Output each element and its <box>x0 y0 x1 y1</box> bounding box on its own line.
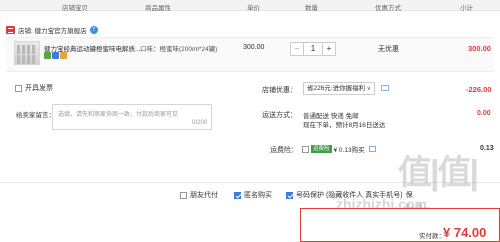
col-store-item: 店铺宝贝 <box>62 5 88 12</box>
friend-pay-checkbox[interactable] <box>180 191 187 199</box>
message-counter: 0/200 <box>191 120 207 126</box>
item-promo: 无优惠 <box>378 46 399 53</box>
quantity-input[interactable]: 1 <box>304 43 322 55</box>
delivery-estimate: 现在下单，预计8月16日送达 <box>303 122 386 129</box>
insurance-label: 运费险： <box>270 147 298 154</box>
friend-pay-option[interactable]: 朋友代付 <box>180 190 218 200</box>
store-name[interactable]: 店铺: 健力宝官方旗舰店 <box>18 25 87 35</box>
message-label: 给卖家留言： <box>16 112 55 119</box>
service-tag-icon <box>44 52 51 59</box>
product-attribute: 口味：橙蜜味(200ml*24罐) <box>140 46 218 53</box>
shipping-label: 运送方式： <box>262 112 297 119</box>
info-icon[interactable] <box>368 146 376 152</box>
unit-price: 300.00 <box>243 44 265 51</box>
shipping-amount: 0.00 <box>477 110 491 117</box>
store-icon <box>6 26 15 34</box>
store-coupon-amount: -226.00 <box>466 85 492 94</box>
col-discount: 优惠方式 <box>375 5 401 12</box>
total-label: 实付款： <box>419 233 445 240</box>
total-box: 实付款： ¥ 74.00 <box>300 208 500 242</box>
col-quantity: 数量 <box>305 5 318 12</box>
quantity-stepper: − 1 + <box>290 42 336 56</box>
store-coupon-label: 店铺优惠： <box>262 87 297 94</box>
insurance-checkbox[interactable] <box>302 145 309 153</box>
privacy-checkbox[interactable] <box>286 191 293 199</box>
quantity-plus-button[interactable]: + <box>322 43 335 55</box>
anonymous-label: 匿名购买 <box>244 192 272 199</box>
anonymous-checkbox[interactable] <box>234 191 241 199</box>
quantity-minus-button[interactable]: − <box>291 43 304 55</box>
product-thumbnail[interactable] <box>14 41 40 65</box>
message-input[interactable]: 选填，请先和商家协商一致，付款后商家可见 0/200 <box>52 104 212 130</box>
col-unit-price: 单价 <box>247 5 260 12</box>
friend-pay-label: 朋友代付 <box>190 192 218 199</box>
invoice-option[interactable]: 开具发票 <box>15 83 53 93</box>
store-row: 店铺: 健力宝官方旗舰店 ? <box>6 24 98 36</box>
invoice-label: 开具发票 <box>25 85 53 92</box>
insurance-price: ¥ 0.13购买 <box>333 147 365 154</box>
message-placeholder: 选填，请先和商家协商一致，付款后商家可见 <box>58 112 179 118</box>
insurance-option[interactable]: 运费险 ¥ 0.13购买 <box>302 144 376 154</box>
total-amount: ¥ 74.00 <box>443 225 487 240</box>
service-tags <box>44 52 68 61</box>
store-coupon-select[interactable]: 省226元:进你握福利 ∨ <box>303 82 375 95</box>
table-header: 店铺宝贝 商品属性 单价 数量 优惠方式 小计 <box>0 0 500 12</box>
chat-icon[interactable] <box>381 85 389 91</box>
service-tag-icon <box>60 52 67 59</box>
col-attributes: 商品属性 <box>145 5 171 12</box>
chevron-down-icon: ∨ <box>366 86 371 92</box>
service-tag-icon <box>52 52 59 59</box>
col-subtotal: 小计 <box>460 5 473 12</box>
anonymous-option[interactable]: 匿名购买 <box>234 190 272 200</box>
store-coupon-value: 省226元:进你握福利 <box>307 85 366 92</box>
store-badge-icon: ? <box>89 26 98 34</box>
item-subtotal: 300.00 <box>468 44 491 53</box>
invoice-checkbox[interactable] <box>15 84 22 92</box>
insurance-tag: 运费险 <box>311 145 332 153</box>
